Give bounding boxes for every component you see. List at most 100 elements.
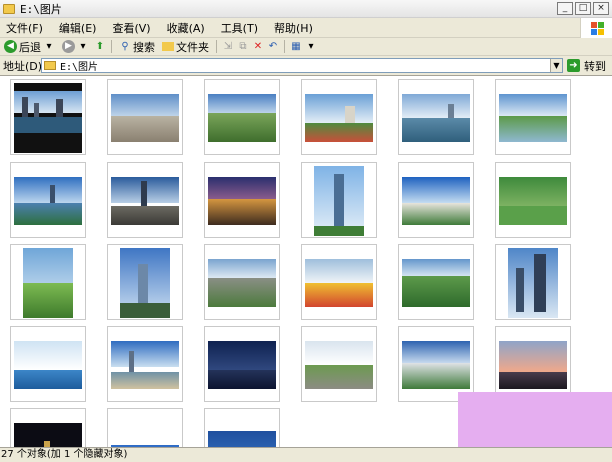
thumbnail-image <box>402 341 470 389</box>
folders-button[interactable]: 文件夹 <box>160 39 211 55</box>
menu-view[interactable]: 查看(V) <box>106 20 160 36</box>
go-label: 转到 <box>584 59 606 73</box>
address-path: E:\图片 <box>60 62 99 73</box>
thumbnail-image <box>402 94 470 142</box>
search-button[interactable]: ⚲ 搜索 <box>117 39 157 55</box>
image-thumbnail[interactable] <box>204 162 280 238</box>
thumbnail-image <box>208 341 276 389</box>
back-button[interactable]: ◀ 后退 ▾ <box>2 39 57 55</box>
image-thumbnail[interactable] <box>10 408 86 447</box>
image-thumbnail[interactable] <box>204 244 280 320</box>
menu-bar: 文件(F) 编辑(E) 查看(V) 收藏(A) 工具(T) 帮助(H) <box>0 18 612 38</box>
image-thumbnail[interactable] <box>10 162 86 238</box>
folders-label: 文件夹 <box>176 40 209 54</box>
status-text: 27 个对象(加 1 个隐藏对象) <box>1 449 128 460</box>
image-thumbnail[interactable] <box>495 326 571 402</box>
close-button[interactable]: × <box>593 2 609 15</box>
image-thumbnail[interactable] <box>204 326 280 402</box>
thumbnail-image <box>111 341 179 389</box>
undo-icon[interactable]: ↶ <box>267 41 279 53</box>
image-thumbnail[interactable] <box>10 244 86 320</box>
folder-icon <box>162 42 174 51</box>
thumbnail-image <box>208 259 276 307</box>
image-thumbnail[interactable] <box>204 408 280 447</box>
search-label: 搜索 <box>133 40 155 54</box>
thumbnail-image <box>402 177 470 225</box>
thumbnail-image <box>14 177 82 225</box>
move-to-icon[interactable]: ⇲ <box>222 41 234 53</box>
search-icon: ⚲ <box>121 40 129 52</box>
image-thumbnail[interactable] <box>495 79 571 155</box>
image-thumbnail[interactable] <box>107 162 183 238</box>
image-thumbnail[interactable] <box>301 244 377 320</box>
image-thumbnail[interactable] <box>107 408 183 447</box>
go-arrow-icon: ➜ <box>567 59 580 72</box>
thumbnail-image <box>111 94 179 142</box>
thumbnail-image <box>314 166 364 236</box>
image-thumbnail[interactable] <box>398 244 474 320</box>
menu-edit[interactable]: 编辑(E) <box>53 20 107 36</box>
image-thumbnail[interactable] <box>107 79 183 155</box>
address-input[interactable]: E:\图片 ▼ <box>41 58 563 73</box>
decorative-overlay <box>458 392 612 447</box>
folder-icon <box>44 61 56 70</box>
windows-logo-icon <box>580 18 612 38</box>
forward-button[interactable]: ▶ ▾ <box>60 40 91 53</box>
thumbnail-image <box>208 423 276 447</box>
image-thumbnail[interactable] <box>10 326 86 402</box>
menu-file[interactable]: 文件(F) <box>0 20 53 36</box>
back-label: 后退 <box>19 40 41 54</box>
thumbnail-image <box>23 248 73 318</box>
go-button[interactable]: ➜ 转到 <box>567 58 606 74</box>
thumbnail-image <box>499 177 567 225</box>
up-folder-icon[interactable]: ⬆ <box>94 41 106 53</box>
menu-help[interactable]: 帮助(H) <box>268 20 323 36</box>
toolbar: ◀ 后退 ▾ ▶ ▾ ⬆ ⚲ 搜索 文件夹 ⇲ ⧉ ✕ ↶ ▦ ▾ <box>0 38 612 56</box>
toolbar-divider <box>216 40 217 53</box>
image-thumbnail[interactable] <box>495 244 571 320</box>
thumbnail-image <box>305 259 373 307</box>
menu-tools[interactable]: 工具(T) <box>215 20 268 36</box>
image-thumbnail[interactable] <box>107 326 183 402</box>
image-thumbnail[interactable] <box>495 162 571 238</box>
image-thumbnail[interactable] <box>301 326 377 402</box>
menu-favorites[interactable]: 收藏(A) <box>161 20 215 36</box>
image-thumbnail[interactable] <box>398 162 474 238</box>
chevron-down-icon: ▾ <box>46 40 52 52</box>
thumbnail-image <box>208 94 276 142</box>
thumbnail-image <box>499 94 567 142</box>
image-thumbnail[interactable] <box>301 79 377 155</box>
thumbnail-image <box>111 423 179 447</box>
status-bar: 27 个对象(加 1 个隐藏对象) <box>0 447 612 462</box>
thumbnail-image <box>111 177 179 225</box>
thumbnail-image <box>305 341 373 389</box>
image-thumbnail[interactable] <box>301 162 377 238</box>
maximize-button[interactable]: □ <box>575 2 591 15</box>
image-thumbnail[interactable] <box>204 79 280 155</box>
title-bar: E:\图片 _ □ × <box>0 0 612 18</box>
minimize-button[interactable]: _ <box>557 2 573 15</box>
chevron-down-icon: ▾ <box>80 40 86 52</box>
folder-icon <box>3 3 15 14</box>
thumbnail-image <box>14 341 82 389</box>
thumbnail-image <box>14 83 82 153</box>
chevron-down-icon[interactable]: ▼ <box>550 59 562 72</box>
thumbnail-image <box>305 94 373 142</box>
toolbar-divider <box>284 40 285 53</box>
toolbar-divider <box>111 40 112 53</box>
views-icon[interactable]: ▦ <box>290 41 302 53</box>
copy-to-icon[interactable]: ⧉ <box>237 41 249 53</box>
image-thumbnail[interactable] <box>398 326 474 402</box>
forward-arrow-icon: ▶ <box>62 40 75 53</box>
chevron-down-icon[interactable]: ▾ <box>305 41 317 53</box>
thumbnail-image <box>120 248 170 318</box>
thumbnail-image <box>14 423 82 447</box>
delete-icon[interactable]: ✕ <box>252 41 264 53</box>
back-arrow-icon: ◀ <box>4 40 17 53</box>
image-thumbnail[interactable] <box>107 244 183 320</box>
thumbnail-image <box>208 177 276 225</box>
address-bar: 地址(D) E:\图片 ▼ ➜ 转到 <box>0 56 612 76</box>
image-thumbnail[interactable] <box>10 79 86 155</box>
image-thumbnail[interactable] <box>398 79 474 155</box>
address-label: 地址(D) <box>3 59 43 73</box>
